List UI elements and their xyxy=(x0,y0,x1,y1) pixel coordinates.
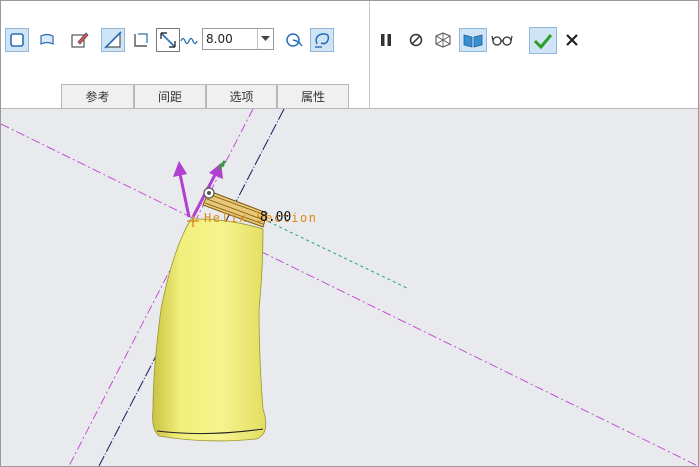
bottle-model[interactable] xyxy=(152,218,267,442)
datum-plane-line[interactable] xyxy=(1,123,698,466)
model-canvas[interactable]: Helix Section 8.00 xyxy=(1,109,698,466)
depth-dropdown-arrow[interactable] xyxy=(257,29,273,49)
depth-dimension-label[interactable]: 8.00 xyxy=(260,210,291,225)
verify-icon xyxy=(463,34,483,48)
thicken-button[interactable] xyxy=(129,28,153,52)
tab-label: 参考 xyxy=(85,90,110,104)
ok-check-icon xyxy=(533,33,553,49)
no-preview-button[interactable] xyxy=(404,28,428,52)
pause-icon xyxy=(381,34,391,46)
cancel-button[interactable] xyxy=(560,28,584,52)
profile-dashed-line xyxy=(262,218,410,290)
arrow-head-icon xyxy=(173,161,187,177)
remove-material-button[interactable] xyxy=(101,28,125,52)
cancel-x-icon xyxy=(566,34,578,46)
edit-sketch-button[interactable] xyxy=(67,28,91,52)
depth-options-button[interactable] xyxy=(179,28,201,52)
tab-label: 选项 xyxy=(229,90,254,104)
feature-options-button[interactable] xyxy=(310,28,334,52)
surface-button[interactable] xyxy=(35,28,59,52)
sketch-plane-button[interactable] xyxy=(282,28,306,52)
edit-sketch-icon xyxy=(71,32,89,48)
ribbon-divider xyxy=(369,1,370,108)
glasses-preview-icon xyxy=(491,35,513,46)
no-preview-icon xyxy=(409,33,423,47)
tab-references[interactable]: 参考 xyxy=(61,84,134,108)
solid-button[interactable] xyxy=(5,28,29,52)
ok-button[interactable] xyxy=(529,27,557,54)
chevron-down-icon xyxy=(261,36,270,41)
tab-options[interactable]: 选项 xyxy=(206,84,277,108)
depth-options-icon xyxy=(180,37,198,45)
tab-label: 间距 xyxy=(157,90,182,104)
depth-value-input[interactable] xyxy=(203,29,262,49)
feature-ribbon: 参考 间距 选项 属性 xyxy=(1,1,698,109)
sketch-plane-icon xyxy=(286,33,303,47)
flip-direction-icon xyxy=(160,32,176,48)
pause-button[interactable] xyxy=(374,28,398,52)
depth-value-field[interactable] xyxy=(202,28,274,50)
feature-options-icon xyxy=(315,33,330,48)
preview-geometry-icon xyxy=(435,32,451,48)
glasses-preview-button[interactable] xyxy=(490,28,514,52)
tab-spacing[interactable]: 间距 xyxy=(134,84,206,108)
flip-direction-button[interactable] xyxy=(156,28,180,52)
tab-properties[interactable]: 属性 xyxy=(277,84,349,108)
surface-icon xyxy=(40,33,54,45)
drag-handle-center xyxy=(207,191,211,195)
tab-label: 属性 xyxy=(300,90,325,104)
solid-icon xyxy=(10,33,24,47)
preview-geometry-button[interactable] xyxy=(431,28,455,52)
verify-button[interactable] xyxy=(459,28,487,52)
thicken-icon xyxy=(134,33,148,47)
app-window: 参考 间距 选项 属性 xyxy=(0,0,699,467)
remove-material-icon xyxy=(104,31,122,49)
direction-arrow[interactable] xyxy=(177,168,191,218)
graphics-viewport[interactable]: Helix Section 8.00 xyxy=(1,109,698,466)
